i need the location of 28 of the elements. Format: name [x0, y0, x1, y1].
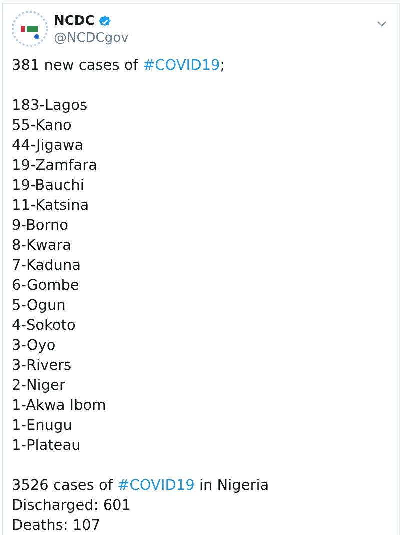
- tweet-text-line: 4-Sokoto: [12, 317, 77, 336]
- tweet-text-line: 9-Borno: [12, 217, 70, 236]
- tweet-text-line: 55-Kano: [12, 117, 73, 136]
- tweet-text-line: 1-Enugu: [12, 417, 74, 436]
- chevron-down-icon[interactable]: [377, 21, 387, 27]
- tweet-text-line: 19-Zamfara: [12, 157, 98, 176]
- tweet-text-line: 3-Rivers: [12, 357, 73, 376]
- tweet-text-line: 8-Kwara: [12, 237, 73, 256]
- tweet-text-line: Discharged: 601: [12, 497, 132, 516]
- tweet-text-line: 11-Katsina: [12, 197, 90, 216]
- tweet-text-line: 44-Jigawa: [12, 137, 85, 156]
- tweet-text-line: Deaths: 107: [12, 517, 102, 535]
- tweet-text-line: 6-Gombe: [12, 277, 80, 296]
- tweet-text-line: 5-Ogun: [12, 297, 67, 316]
- tweet-text-line: 3-Oyo: [12, 337, 57, 356]
- hashtag-link[interactable]: #COVID19: [142, 58, 220, 74]
- tweet-text: 381 new cases of #COVID19;: [12, 57, 226, 76]
- avatar-icon[interactable]: [12, 11, 48, 47]
- account-handle[interactable]: @NCDCgov: [54, 30, 129, 47]
- tweet-text-line: 19-Bauchi: [12, 177, 86, 196]
- tweet-text-line: 1-Akwa Ibom: [12, 397, 108, 416]
- hashtag-link[interactable]: #COVID19: [118, 478, 195, 494]
- tweet-text-line: 7-Kaduna: [12, 257, 82, 276]
- tweet-text-line: 183-Lagos: [12, 97, 89, 116]
- account-name[interactable]: NCDC: [54, 13, 95, 30]
- tweet-text-line: 2-Niger: [12, 377, 66, 396]
- tweet-text-line: 1-Plateau: [12, 437, 82, 456]
- tweet-text: 3526 cases of #COVID19 in Nigeria: [12, 477, 270, 496]
